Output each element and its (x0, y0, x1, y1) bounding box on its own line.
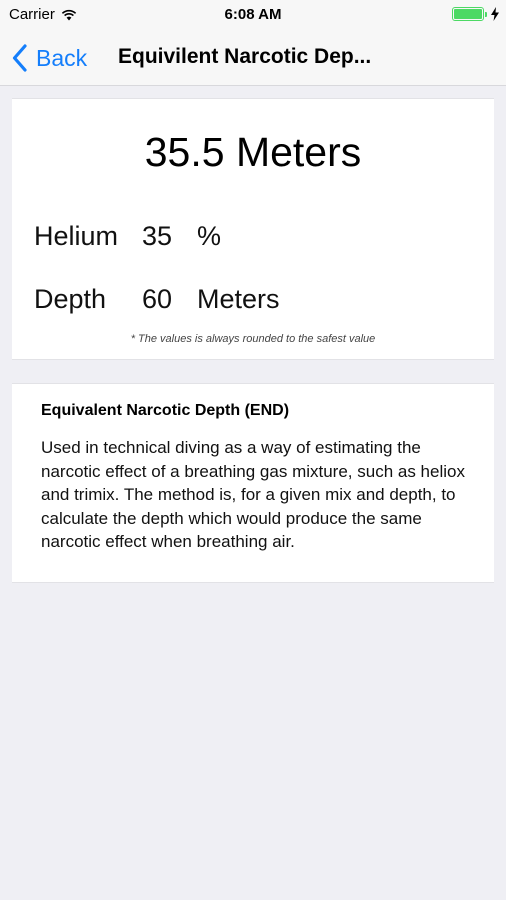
helium-row: Helium 35 % (34, 221, 221, 252)
depth-input[interactable]: 60 (142, 284, 197, 315)
navigation-bar: Back Equivilent Narcotic Dep... (0, 30, 506, 86)
chevron-left-icon (12, 44, 27, 72)
helium-unit: % (197, 221, 222, 251)
rounding-footnote: * The values is always rounded to the sa… (130, 333, 376, 345)
result-value: 35.5 Meters (144, 129, 362, 175)
status-right (452, 7, 500, 21)
status-time: 6:08 AM (224, 6, 282, 23)
helium-label: Helium (34, 221, 119, 251)
depth-label: Depth (34, 284, 107, 314)
helium-input[interactable]: 35 (142, 221, 197, 252)
battery-icon (452, 7, 487, 21)
info-body: Used in technical diving as a way of est… (41, 438, 465, 551)
info-card: Equivalent Narcotic Depth (END) Used in … (12, 383, 494, 583)
status-bar: Carrier 6:08 AM (0, 0, 506, 30)
battery-tip (485, 12, 487, 17)
battery-fill (454, 9, 482, 19)
result-card: 35.5 Meters Helium 35 % Depth 60 Meters … (12, 98, 494, 360)
back-label: Back (36, 44, 88, 71)
depth-unit: Meters (197, 284, 280, 314)
back-button[interactable]: Back (12, 42, 87, 74)
screen: Carrier 6:08 AM Back Equivilent Narcotic… (0, 0, 506, 900)
page-title: Equivilent Narcotic Dep... (118, 45, 372, 68)
depth-row: Depth 60 Meters (34, 284, 280, 315)
info-title: Equivalent Narcotic Depth (END) (41, 402, 290, 419)
charging-bolt-icon (491, 7, 499, 21)
